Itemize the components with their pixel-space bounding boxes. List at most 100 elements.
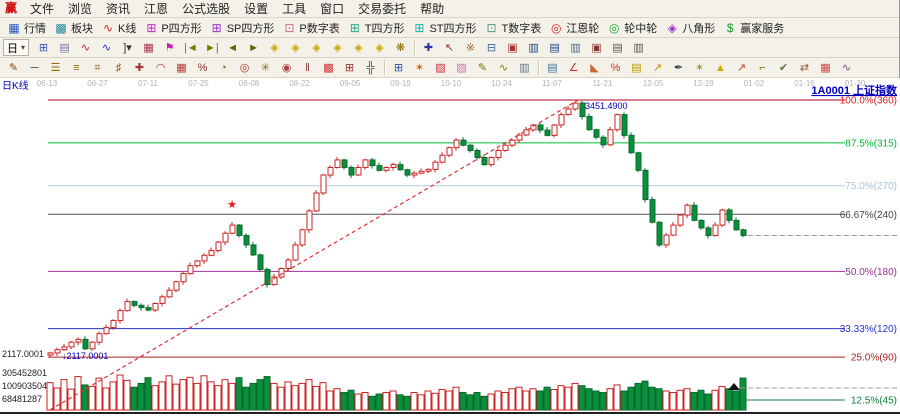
check-tool-button[interactable]: ✔	[773, 59, 794, 77]
split-tool-button[interactable]: ╬	[360, 59, 381, 77]
trend-red-button[interactable]: ∿	[75, 39, 96, 57]
gold-arrow-tool-button[interactable]: ↗	[647, 59, 668, 77]
month-view-icon: ▥	[569, 41, 582, 55]
pen-olive-tool-button[interactable]: ✎	[472, 59, 493, 77]
menu-tools[interactable]: 工具	[275, 1, 313, 17]
pointer-button[interactable]: ↖	[439, 39, 460, 57]
pencil-tool-button[interactable]: ✎	[3, 59, 24, 77]
angle-red-tool-button[interactable]: ∠	[563, 59, 584, 77]
alert-button[interactable]: ❋	[390, 39, 411, 57]
fib-fan-tool-button[interactable]: ♯	[108, 59, 129, 77]
cross-tool-button[interactable]: ✚	[129, 59, 150, 77]
pan-right-button[interactable]: ◈	[369, 39, 390, 57]
arc-tool-button[interactable]: ◠	[150, 59, 171, 77]
rise-tool-button[interactable]: ↗	[731, 59, 752, 77]
screen-red-tool-button[interactable]: ▨	[430, 59, 451, 77]
burst-tool-button[interactable]: ✳	[255, 59, 276, 77]
t-square-button[interactable]: ⊞T四方形	[344, 19, 409, 37]
percent-tool-button[interactable]: %	[192, 59, 213, 77]
stats-button[interactable]: ※	[460, 39, 481, 57]
prev-candle-button[interactable]: ◄	[222, 39, 243, 57]
last-page-button[interactable]: ►|	[201, 39, 222, 57]
formula-grid-button[interactable]: ▦	[138, 39, 159, 57]
corner-tool-button[interactable]: ⌐	[752, 59, 773, 77]
wave2-tool-button[interactable]: ∿	[836, 59, 857, 77]
menu-news[interactable]: 资讯	[99, 1, 137, 17]
pan-up-button[interactable]: ◈	[285, 39, 306, 57]
menu-settings[interactable]: 设置	[237, 1, 275, 17]
list-view-button[interactable]: ▤	[544, 39, 565, 57]
fan-tool-button[interactable]: ✶	[689, 59, 710, 77]
quotes-button[interactable]: ▦行情	[3, 19, 50, 37]
kline-button[interactable]: ∿K线	[97, 19, 140, 37]
screen-pink-tool-button[interactable]: ▨	[451, 59, 472, 77]
grid-deep-tool-button[interactable]: ▦	[815, 59, 836, 77]
trend-blue-button[interactable]: ∿	[96, 39, 117, 57]
layout-tool-button[interactable]: ▤	[542, 59, 563, 77]
window-tool-button[interactable]: ⊞	[339, 59, 360, 77]
period-select[interactable]: 日▾	[3, 39, 29, 56]
st-square-button[interactable]: ⊞ST四方形	[408, 19, 480, 37]
ink-pen-tool-button[interactable]: ✒	[668, 59, 689, 77]
first-page-button[interactable]: |◄	[180, 39, 201, 57]
gann-grid-tool-button[interactable]: ☰	[45, 59, 66, 77]
print-button[interactable]: ▤	[607, 39, 628, 57]
menu-gann[interactable]: 江恩	[137, 1, 175, 17]
circle-tool-button[interactable]: ◎	[234, 59, 255, 77]
volume-bar	[201, 376, 207, 410]
p-number-table-button[interactable]: ⊡P数字表	[278, 19, 343, 37]
note-button[interactable]: ▤	[54, 39, 75, 57]
panel-button[interactable]: ▣	[502, 39, 523, 57]
menu-window[interactable]: 窗口	[313, 1, 351, 17]
menu-browse[interactable]: 浏览	[61, 1, 99, 17]
bars-tool-button[interactable]: ‖	[297, 59, 318, 77]
hline-tool-button[interactable]: ─	[24, 59, 45, 77]
sp-square-button[interactable]: ⊞SP四方形	[206, 19, 279, 37]
stock-list-button[interactable]: ⊞	[33, 39, 54, 57]
report-button[interactable]: ▥	[523, 39, 544, 57]
percent-red-tool-button[interactable]: %	[605, 59, 626, 77]
menu-formula-stockpick[interactable]: 公式选股	[175, 1, 237, 17]
zoom-in-button[interactable]: ◈	[327, 39, 348, 57]
angle-corner-tool-button[interactable]: ◣	[584, 59, 605, 77]
triangle-yellow-tool-button[interactable]: ▲	[710, 59, 731, 77]
panel-gray-tool-button[interactable]: ▥	[514, 59, 535, 77]
menu-file[interactable]: 文件	[23, 1, 61, 17]
calendar-button[interactable]: ⊟	[481, 39, 502, 57]
menu-trade-order[interactable]: 交易委托	[351, 1, 413, 17]
gann-wheel-button[interactable]: ◎江恩轮	[545, 19, 603, 37]
gold-grid-tool-button[interactable]: ▤	[626, 59, 647, 77]
fib-lines-tool-button[interactable]: ⌗	[87, 59, 108, 77]
crosshair-button[interactable]: ✚	[418, 39, 439, 57]
wheel-in-wheel-button[interactable]: ◎轮中轮	[603, 19, 661, 37]
save-button[interactable]: ▣	[586, 39, 607, 57]
kline-chart[interactable]: 06-1306-2707-1107-2508-0808-2209-0509-19…	[0, 78, 900, 412]
spark-tool-icon: ✶	[413, 61, 426, 75]
octagon-button[interactable]: ◈八角形	[661, 19, 719, 37]
winner-service-button[interactable]: $赢家服务	[719, 19, 788, 37]
p-square-button[interactable]: ⊞P四方形	[140, 19, 205, 37]
draw-dropdown-button[interactable]: ]▾	[117, 39, 138, 57]
target-tool-button[interactable]: ◉	[276, 59, 297, 77]
candle-body	[454, 140, 459, 148]
spark-tool-button[interactable]: ✶	[409, 59, 430, 77]
wave-tool-button[interactable]: ∿	[493, 59, 514, 77]
grid-blue-tool-button[interactable]: ⊞	[388, 59, 409, 77]
swap-tool-button[interactable]: ⇄	[794, 59, 815, 77]
screen-tool-button[interactable]: ▩	[318, 59, 339, 77]
flag-button[interactable]: ⚑	[159, 39, 180, 57]
gann-square-tool-button[interactable]: ≡	[66, 59, 87, 77]
volume-bar	[460, 393, 466, 410]
month-view-button[interactable]: ▥	[565, 39, 586, 57]
sectors-button[interactable]: ▩板块	[50, 19, 97, 37]
chart-area[interactable]: 06-1306-2707-1107-2508-0808-2209-0509-19…	[0, 78, 900, 412]
zoom-out-button[interactable]: ◈	[306, 39, 327, 57]
grid-red-tool-button[interactable]: ▦	[171, 59, 192, 77]
menu-help[interactable]: 帮助	[413, 1, 451, 17]
clock-tool-button[interactable]: ◔	[213, 59, 234, 77]
pan-left-button[interactable]: ◈	[348, 39, 369, 57]
print-preview-button[interactable]: ▥	[628, 39, 649, 57]
pan-down-button[interactable]: ◈	[264, 39, 285, 57]
next-candle-button[interactable]: ►	[243, 39, 264, 57]
t-number-table-button[interactable]: ⊡T数字表	[481, 19, 546, 37]
